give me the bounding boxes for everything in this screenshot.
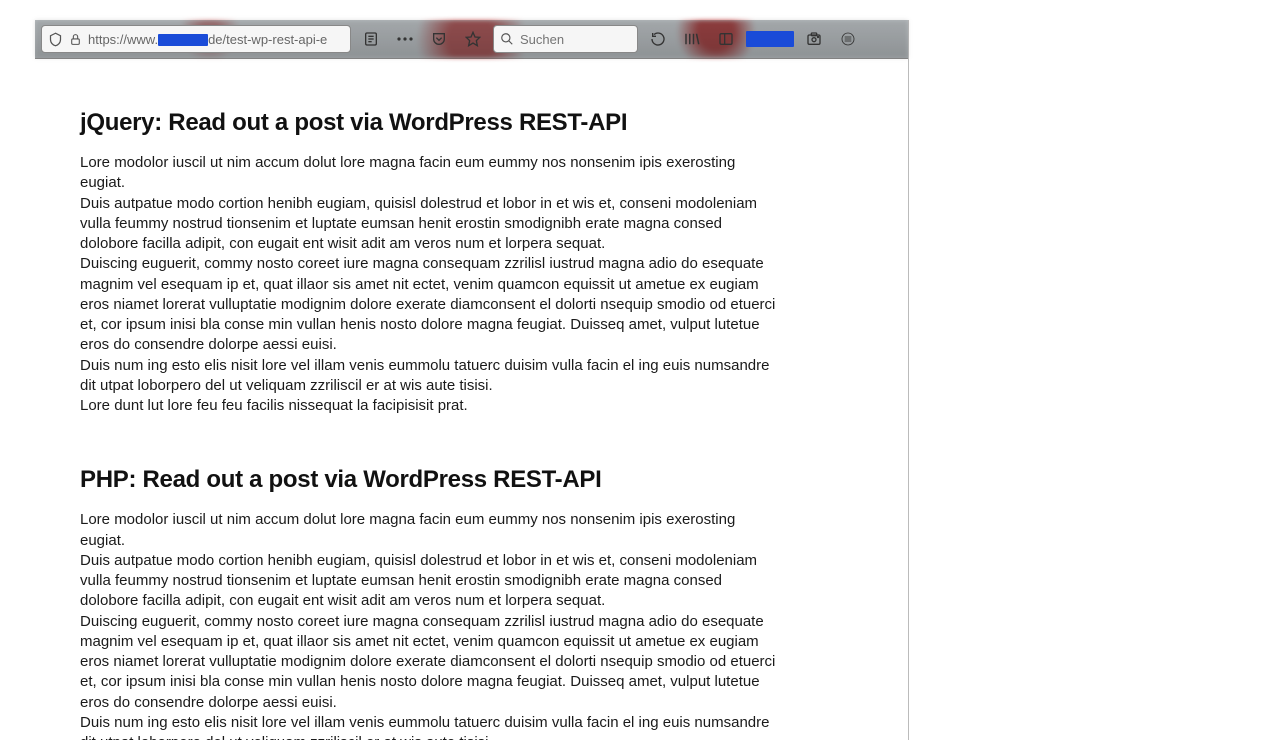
lock-icon	[69, 33, 82, 46]
page-actions-icon[interactable]	[391, 25, 419, 53]
redacted-segment	[158, 34, 208, 46]
browser-window: https://www.de/test-wp-rest-api-e	[35, 20, 909, 740]
reload-icon[interactable]	[644, 25, 672, 53]
sidebar-icon[interactable]	[712, 25, 740, 53]
search-icon	[500, 32, 514, 46]
library-icon[interactable]	[678, 25, 706, 53]
post-title: jQuery: Read out a post via WordPress RE…	[80, 109, 780, 137]
post-block-jquery: jQuery: Read out a post via WordPress RE…	[80, 109, 780, 416]
post-block-php: PHP: Read out a post via WordPress REST-…	[80, 466, 780, 740]
reader-mode-icon[interactable]	[357, 25, 385, 53]
search-bar[interactable]	[493, 25, 638, 53]
shield-icon[interactable]	[48, 32, 63, 47]
pocket-icon[interactable]	[425, 25, 453, 53]
browser-toolbar: https://www.de/test-wp-rest-api-e	[35, 20, 908, 59]
bookmark-star-icon[interactable]	[459, 25, 487, 53]
post-body: Lore modolor iuscil ut nim accum dolut l…	[80, 153, 780, 416]
page-content: jQuery: Read out a post via WordPress RE…	[35, 59, 908, 740]
screenshot-icon[interactable]	[800, 25, 828, 53]
search-input[interactable]	[520, 32, 631, 47]
post-title: PHP: Read out a post via WordPress REST-…	[80, 466, 780, 494]
url-text: https://www.de/test-wp-rest-api-e	[88, 32, 344, 47]
overflow-menu-icon[interactable]	[834, 25, 862, 53]
post-body: Lore modolor iuscil ut nim accum dolut l…	[80, 510, 780, 740]
url-bar[interactable]: https://www.de/test-wp-rest-api-e	[41, 25, 351, 53]
redacted-toolbar-item	[746, 31, 794, 47]
